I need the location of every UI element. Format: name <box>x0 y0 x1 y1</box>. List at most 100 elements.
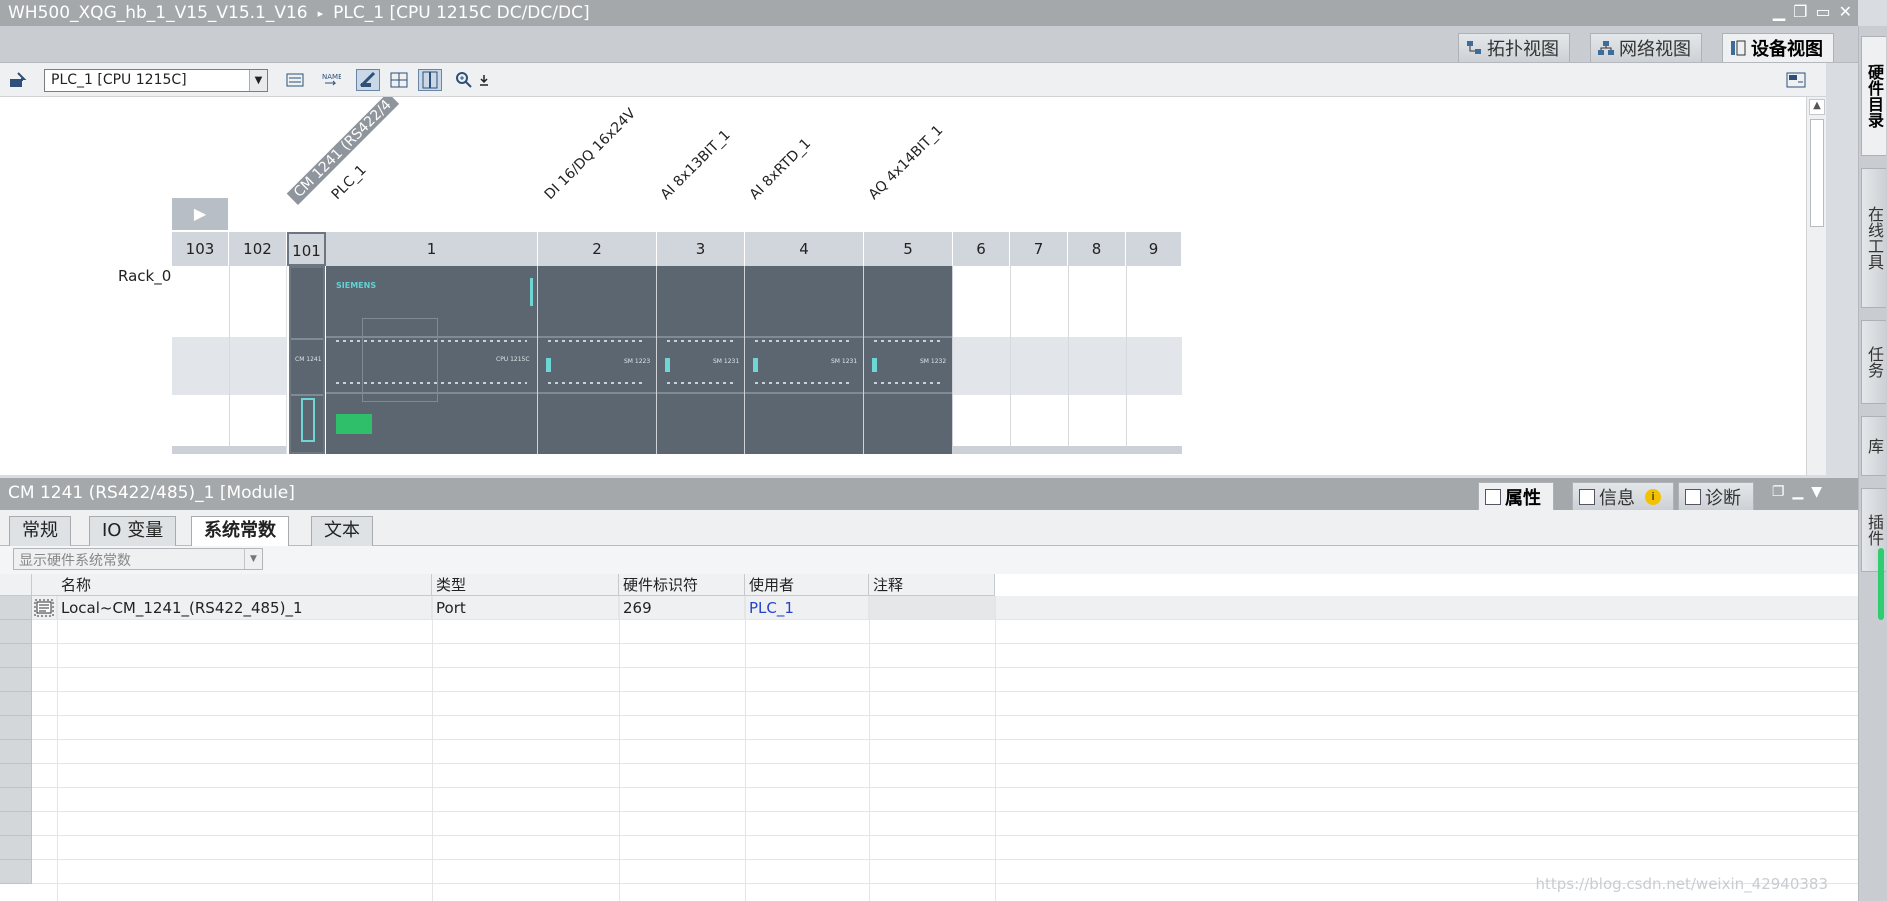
maximize-icon[interactable]: ▭ <box>1815 2 1830 21</box>
grid-view-icon[interactable] <box>387 69 411 91</box>
row-header[interactable] <box>0 764 32 788</box>
table-row[interactable] <box>32 812 1858 836</box>
float-pane-icon[interactable]: ❐ <box>1772 484 1785 500</box>
collapse-pane-icon[interactable]: ▼ <box>1811 484 1822 500</box>
tab-network-view[interactable]: 网络视图 <box>1590 33 1702 62</box>
system-constants-filter-select[interactable]: 显示硬件系统常数 ▼ <box>13 548 263 570</box>
cell-comment[interactable] <box>869 596 995 620</box>
slot-header-102[interactable]: 102 <box>229 232 287 266</box>
device-select[interactable]: PLC_1 [CPU 1215C] ▼ <box>44 69 268 92</box>
siemens-logo: SIEMENS <box>336 281 377 290</box>
row-header[interactable] <box>0 596 32 620</box>
rack-empty-slots-right[interactable] <box>953 266 1182 454</box>
cell-type[interactable]: Port <box>432 596 619 620</box>
subtab-io-tags[interactable]: IO 变量 <box>89 516 177 546</box>
table-row[interactable] <box>32 644 1858 668</box>
module-label-ai8xrtd[interactable]: AI 8xRTD_1 <box>747 136 814 203</box>
rack-name: Rack_0 <box>118 267 172 285</box>
slot-header-5[interactable]: 5 <box>864 232 953 266</box>
minimize-pane-icon[interactable]: ▁ <box>1792 484 1803 500</box>
column-name[interactable]: 名称 <box>57 574 432 596</box>
slot-header-6[interactable]: 6 <box>953 232 1010 266</box>
module-ai8xrtd[interactable]: SM 1231 <box>745 266 864 454</box>
zoom-dropdown-icon[interactable] <box>472 69 496 91</box>
column-type[interactable]: 类型 <box>432 574 619 596</box>
module-di16dq16[interactable]: SM 1223 <box>538 266 657 454</box>
breadcrumb-separator: ▸ <box>317 6 324 20</box>
tab-properties[interactable]: 属性 <box>1478 482 1554 510</box>
taskcard-hardware-catalog[interactable]: 硬件目录 <box>1861 36 1886 156</box>
tab-info[interactable]: 信息 i <box>1572 482 1674 510</box>
module-cm1241[interactable]: CM 1241 <box>289 266 325 454</box>
subtab-system-constants[interactable]: 系统常数 <box>191 516 289 546</box>
row-header[interactable] <box>0 668 32 692</box>
show-name-icon[interactable]: NAME <box>319 69 343 91</box>
restore-icon[interactable]: ❐ <box>1793 2 1807 21</box>
expand-rack-button[interactable]: ▶ <box>172 198 228 230</box>
row-header[interactable] <box>0 812 32 836</box>
module-label-ai8x13bit[interactable]: AI 8x13BIT_1 <box>658 127 734 203</box>
module-aq4x14bit[interactable]: SM 1232 <box>864 266 953 454</box>
slot-header-4[interactable]: 4 <box>745 232 864 266</box>
row-header[interactable] <box>0 620 32 644</box>
slot-header-8[interactable]: 8 <box>1068 232 1126 266</box>
cell-hw-id[interactable]: 269 <box>619 596 745 620</box>
device-icon[interactable] <box>6 69 30 91</box>
slot-header-7[interactable]: 7 <box>1010 232 1068 266</box>
module-plc-cpu[interactable]: SIEMENS CPU 1215C <box>326 266 538 454</box>
row-header[interactable] <box>0 740 32 764</box>
tab-topology-view[interactable]: 拓扑视图 <box>1458 33 1570 62</box>
slot-header-9[interactable]: 9 <box>1126 232 1182 266</box>
row-header[interactable] <box>0 644 32 668</box>
table-row[interactable] <box>32 692 1858 716</box>
chevron-down-icon[interactable]: ▼ <box>244 549 262 569</box>
scroll-up-icon[interactable]: ▲ <box>1809 99 1825 115</box>
cell-name[interactable]: Local~CM_1241_(RS422_485)_1 <box>57 596 432 620</box>
close-icon[interactable]: ✕ <box>1839 2 1852 21</box>
row-header[interactable] <box>0 860 32 884</box>
project-name: WH500_XQG_hb_1_V15_V15.1_V16 <box>8 3 308 23</box>
subtab-texts[interactable]: 文本 <box>311 516 373 546</box>
rack-empty-slots-left[interactable] <box>172 266 287 454</box>
split-editor-icon[interactable] <box>1784 69 1808 91</box>
slot-header-2[interactable]: 2 <box>538 232 657 266</box>
table-row[interactable] <box>32 788 1858 812</box>
row-header[interactable] <box>0 788 32 812</box>
tab-diagnostics[interactable]: 诊断 <box>1678 482 1754 510</box>
table-row[interactable] <box>32 740 1858 764</box>
table-row[interactable] <box>32 668 1858 692</box>
device-overview-icon[interactable] <box>283 69 307 91</box>
module-label-aq4x14bit[interactable]: AQ 4x14BIT_1 <box>866 122 947 203</box>
slot-header-101[interactable]: 101 <box>287 232 326 266</box>
column-used-by[interactable]: 使用者 <box>745 574 869 596</box>
module-label-plc[interactable]: PLC_1 <box>329 162 370 203</box>
table-row[interactable] <box>32 836 1858 860</box>
cell-used-by[interactable]: PLC_1 <box>745 596 869 620</box>
row-header[interactable] <box>0 836 32 860</box>
module-ai8x13bit[interactable]: SM 1231 <box>657 266 745 454</box>
page-break-icon[interactable] <box>418 69 442 91</box>
table-row[interactable] <box>32 764 1858 788</box>
row-header[interactable] <box>0 716 32 740</box>
slot-header-103[interactable]: 103 <box>172 232 229 266</box>
table-row[interactable]: Local~CM_1241_(RS422_485)_1 Port 269 PLC… <box>32 596 1858 620</box>
taskcard-tasks[interactable]: 任务 <box>1861 320 1886 404</box>
subtab-general[interactable]: 常规 <box>9 516 71 546</box>
scroll-thumb[interactable] <box>1810 119 1824 227</box>
canvas-vertical-scrollbar[interactable]: ▲ <box>1806 97 1826 475</box>
tab-device-view[interactable]: 设备视图 <box>1722 33 1834 62</box>
table-row[interactable] <box>32 716 1858 740</box>
slot-header-1[interactable]: 1 <box>326 232 538 266</box>
taskcard-online-tools[interactable]: 在线工具 <box>1861 168 1886 308</box>
show-module-labels-icon[interactable] <box>356 69 380 91</box>
device-canvas[interactable]: CM 1241 (RS422/4 PLC_1 DI 16/DQ 16x24V A… <box>0 97 1806 475</box>
module-label-di16dq16[interactable]: DI 16/DQ 16x24V <box>542 106 639 203</box>
slot-header-3[interactable]: 3 <box>657 232 745 266</box>
table-row[interactable] <box>32 620 1858 644</box>
row-header[interactable] <box>0 692 32 716</box>
taskcard-libraries[interactable]: 库 <box>1861 416 1886 476</box>
column-hw-id[interactable]: 硬件标识符 <box>619 574 745 596</box>
column-comment[interactable]: 注释 <box>869 574 995 596</box>
chevron-down-icon[interactable]: ▼ <box>249 70 267 91</box>
minimize-icon[interactable]: ▁ <box>1773 2 1785 21</box>
